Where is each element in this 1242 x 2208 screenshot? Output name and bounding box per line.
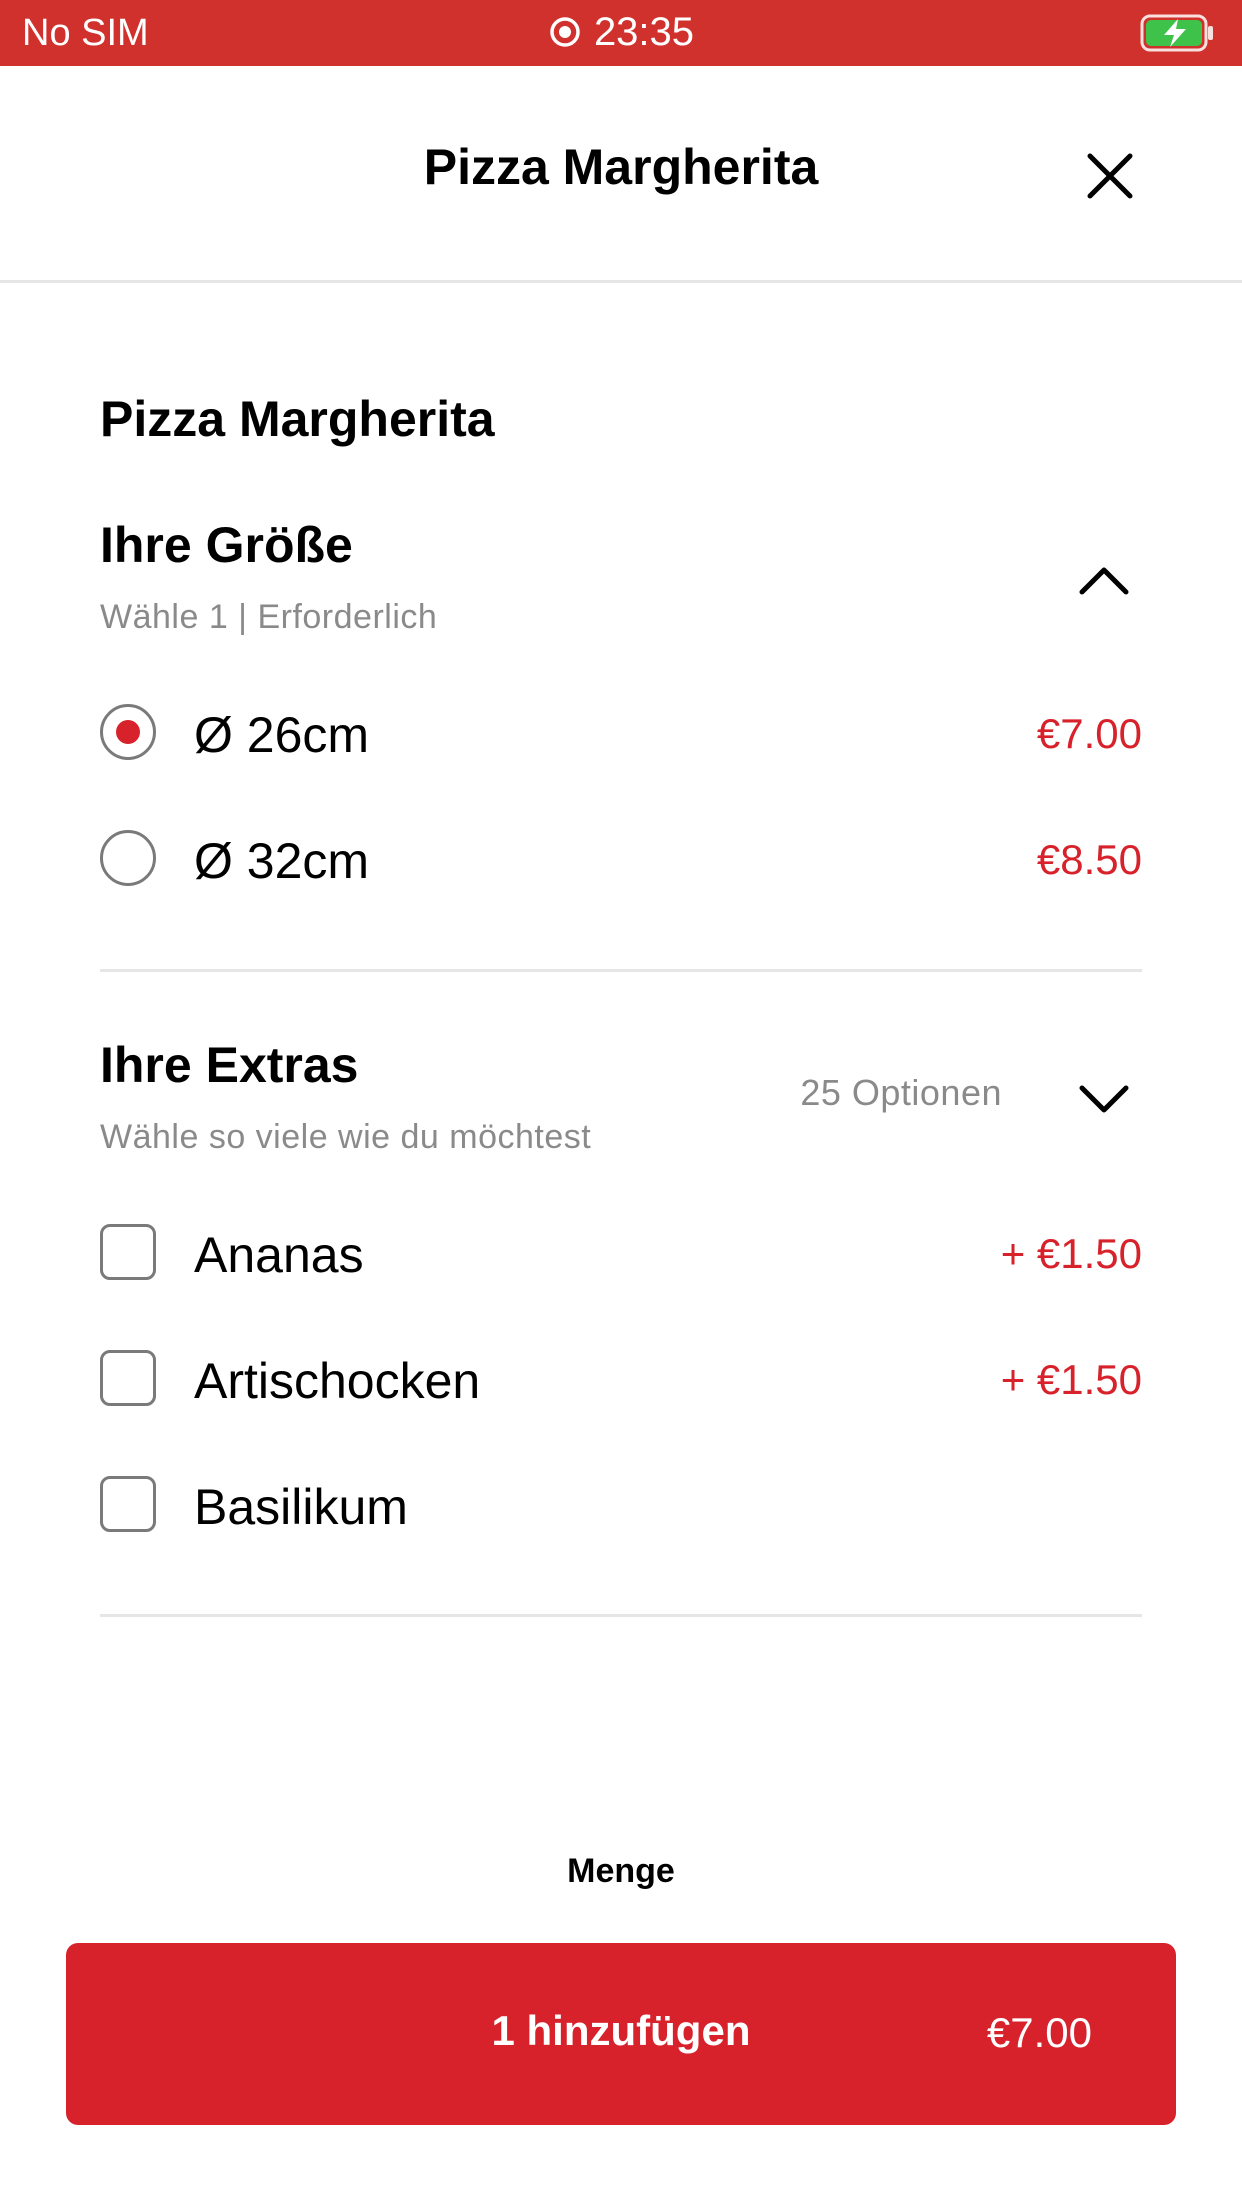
- item-title: Pizza Margherita: [100, 391, 495, 447]
- extras-section-title: Ihre Extras: [100, 1037, 359, 1093]
- header-title: Pizza Margherita: [423, 139, 819, 195]
- checkbox[interactable]: [100, 1350, 156, 1406]
- extra-option-price: + €1.50: [1000, 1356, 1142, 1403]
- extra-option-ananas[interactable]: Ananas + €1.50: [100, 1210, 1142, 1300]
- size-option-price: €8.50: [1036, 836, 1142, 883]
- modal-header: Pizza Margherita: [0, 66, 1242, 283]
- size-option-26[interactable]: Ø 26cm €7.00: [100, 690, 1142, 780]
- section-divider: [100, 969, 1142, 972]
- radio-button-selected[interactable]: [100, 704, 156, 760]
- close-icon[interactable]: [1082, 148, 1138, 204]
- size-option-price: €7.00: [1036, 710, 1142, 757]
- checkbox[interactable]: [100, 1224, 156, 1280]
- chevron-down-icon[interactable]: [1078, 1084, 1130, 1114]
- extra-option-label: Basilikum: [194, 1479, 408, 1535]
- extra-option-price: + €1.50: [1000, 1230, 1142, 1277]
- status-time: 23:35: [593, 10, 695, 54]
- size-section-subtitle: Wähle 1 | Erforderlich: [100, 598, 438, 636]
- checkbox[interactable]: [100, 1476, 156, 1532]
- radio-button[interactable]: [100, 830, 156, 886]
- location-icon: [548, 14, 582, 59]
- section-divider: [100, 1614, 1142, 1617]
- add-button-price: €7.00: [986, 2009, 1092, 2056]
- size-option-32[interactable]: Ø 32cm €8.50: [100, 816, 1142, 906]
- battery-charging-icon: [1140, 14, 1216, 57]
- status-bar: No SIM 23:35: [0, 0, 1242, 66]
- extras-section-subtitle: Wähle so viele wie du möchtest: [100, 1118, 592, 1156]
- chevron-up-icon[interactable]: [1078, 566, 1130, 596]
- extra-option-artischocken[interactable]: Artischocken + €1.50: [100, 1336, 1142, 1426]
- status-time-area: 23:35: [0, 10, 1242, 59]
- extra-option-basilikum[interactable]: Basilikum: [100, 1462, 1142, 1552]
- size-option-label: Ø 26cm: [194, 707, 370, 763]
- add-to-cart-button[interactable]: 1 hinzufügen €7.00: [66, 1943, 1176, 2125]
- extra-option-label: Ananas: [194, 1227, 364, 1283]
- size-section-title: Ihre Größe: [100, 517, 353, 573]
- quantity-label: Menge: [567, 1852, 675, 1890]
- size-option-label: Ø 32cm: [194, 833, 370, 889]
- extras-options-count: 25 Optionen: [800, 1072, 1002, 1113]
- extra-option-label: Artischocken: [194, 1353, 481, 1409]
